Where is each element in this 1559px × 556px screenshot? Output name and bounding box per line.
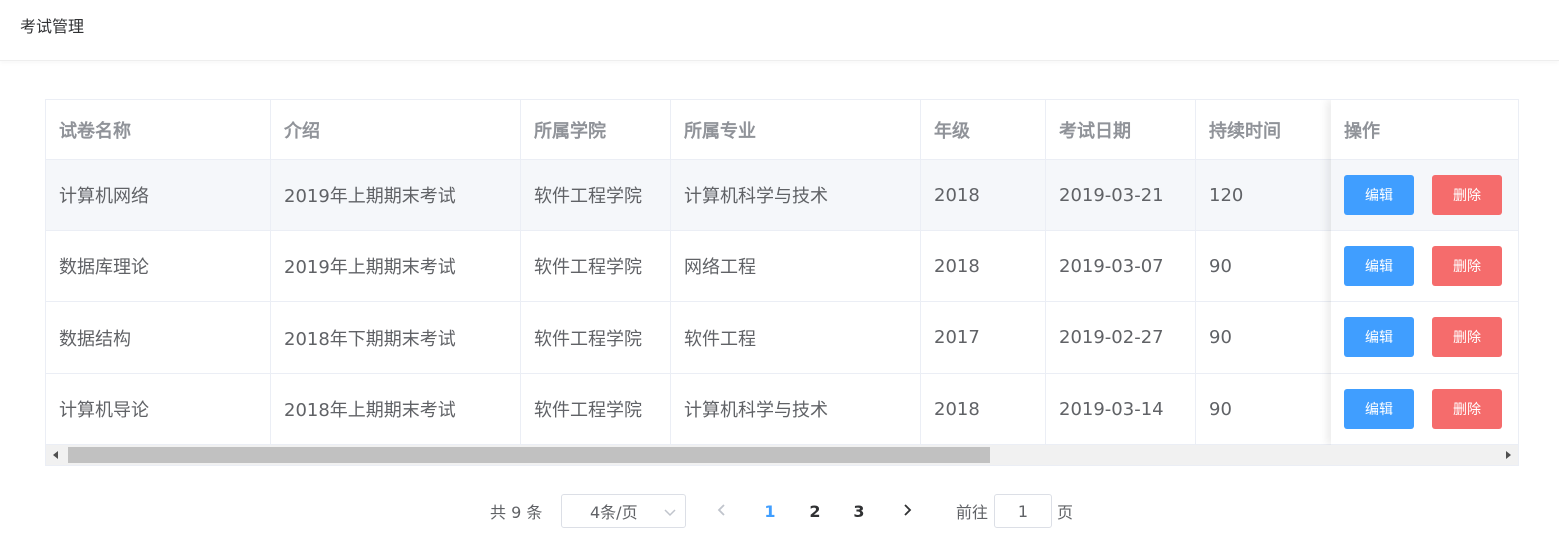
cell-grade: 2017	[921, 302, 1046, 373]
column-header-paper-name: 试卷名称	[46, 100, 271, 159]
edit-button[interactable]: 编辑	[1344, 175, 1414, 215]
action-cell: 编辑 删除	[1331, 374, 1518, 445]
cell-duration: 90	[1196, 374, 1332, 444]
action-cell: 编辑 删除	[1331, 160, 1518, 231]
chevron-right-icon	[901, 502, 913, 521]
cell-duration: 90	[1196, 302, 1332, 373]
cell-intro: 2018年下期期末考试	[271, 302, 521, 373]
cell-intro: 2019年上期期末考试	[271, 231, 521, 301]
cell-college: 软件工程学院	[521, 160, 671, 230]
action-header-cell: 操作	[1331, 100, 1518, 160]
table-row[interactable]: 数据结构 2018年下期期末考试 软件工程学院 软件工程 2017 2019-0…	[46, 302, 1518, 374]
cell-paper-name: 计算机网络	[46, 160, 271, 230]
cell-grade: 2018	[921, 231, 1046, 301]
cell-duration: 90	[1196, 231, 1332, 301]
table-row[interactable]: 计算机导论 2018年上期期末考试 软件工程学院 计算机科学与技术 2018 2…	[46, 374, 1518, 445]
delete-button[interactable]: 删除	[1432, 389, 1502, 429]
triangle-right-icon[interactable]	[1498, 445, 1518, 465]
page-header: 考试管理	[0, 0, 1559, 61]
page-number-3[interactable]: 3	[844, 494, 874, 528]
page-number-1[interactable]: 1	[755, 494, 785, 528]
edit-button[interactable]: 编辑	[1344, 317, 1414, 357]
cell-exam-date: 2019-03-14	[1046, 374, 1196, 444]
page-number-2[interactable]: 2	[800, 494, 830, 528]
cell-paper-name: 数据库理论	[46, 231, 271, 301]
edit-button[interactable]: 编辑	[1344, 389, 1414, 429]
cell-paper-name: 数据结构	[46, 302, 271, 373]
column-header-college: 所属学院	[521, 100, 671, 159]
delete-button[interactable]: 删除	[1432, 246, 1502, 286]
cell-duration: 120	[1196, 160, 1332, 230]
cell-paper-name: 计算机导论	[46, 374, 271, 444]
scrollbar-thumb[interactable]	[68, 447, 990, 463]
cell-college: 软件工程学院	[521, 302, 671, 373]
next-page-button[interactable]	[892, 494, 922, 528]
page-title: 考试管理	[20, 17, 85, 36]
cell-intro: 2018年上期期末考试	[271, 374, 521, 444]
cell-grade: 2018	[921, 160, 1046, 230]
action-cell: 编辑 删除	[1331, 231, 1518, 302]
cell-major: 软件工程	[671, 302, 921, 373]
column-header-major: 所属专业	[671, 100, 921, 159]
triangle-left-icon[interactable]	[46, 445, 66, 465]
edit-button[interactable]: 编辑	[1344, 246, 1414, 286]
goto-label: 前往	[956, 503, 989, 522]
exam-table: 试卷名称 介绍 所属学院 所属专业 年级 考试日期 持续时间 计算机网络 201…	[45, 99, 1519, 466]
action-cell: 编辑 删除	[1331, 302, 1518, 374]
cell-major: 网络工程	[671, 231, 921, 301]
column-header-actions: 操作	[1344, 121, 1380, 142]
cell-intro: 2019年上期期末考试	[271, 160, 521, 230]
delete-button[interactable]: 删除	[1432, 175, 1502, 215]
table-row[interactable]: 数据库理论 2019年上期期末考试 软件工程学院 网络工程 2018 2019-…	[46, 231, 1518, 302]
cell-college: 软件工程学院	[521, 231, 671, 301]
column-header-exam-date: 考试日期	[1046, 100, 1196, 159]
table-header-row: 试卷名称 介绍 所属学院 所属专业 年级 考试日期 持续时间	[46, 100, 1518, 160]
column-header-grade: 年级	[921, 100, 1046, 159]
column-header-duration: 持续时间	[1196, 100, 1332, 159]
goto-page-input[interactable]	[994, 494, 1052, 528]
pagination-total: 共 9 条	[490, 503, 543, 522]
fixed-action-column: 操作 编辑 删除 编辑 删除 编辑 删除 编辑 删除	[1331, 100, 1518, 445]
table-row[interactable]: 计算机网络 2019年上期期末考试 软件工程学院 计算机科学与技术 2018 2…	[46, 160, 1518, 231]
cell-major: 计算机科学与技术	[671, 374, 921, 444]
goto-suffix: 页	[1057, 503, 1074, 522]
prev-page-button[interactable]	[707, 494, 737, 528]
chevron-left-icon	[716, 502, 728, 521]
cell-grade: 2018	[921, 374, 1046, 444]
cell-major: 计算机科学与技术	[671, 160, 921, 230]
cell-exam-date: 2019-03-07	[1046, 231, 1196, 301]
cell-exam-date: 2019-03-21	[1046, 160, 1196, 230]
chevron-down-icon	[663, 504, 677, 523]
page-size-value: 4条/页	[590, 503, 638, 522]
delete-button[interactable]: 删除	[1432, 317, 1502, 357]
horizontal-scrollbar[interactable]	[46, 445, 1518, 465]
page-size-select[interactable]: 4条/页	[561, 494, 686, 528]
pagination: 共 9 条 4条/页 1 2 3 前往 页	[0, 494, 1559, 528]
cell-exam-date: 2019-02-27	[1046, 302, 1196, 373]
column-header-intro: 介绍	[271, 100, 521, 159]
cell-college: 软件工程学院	[521, 374, 671, 444]
